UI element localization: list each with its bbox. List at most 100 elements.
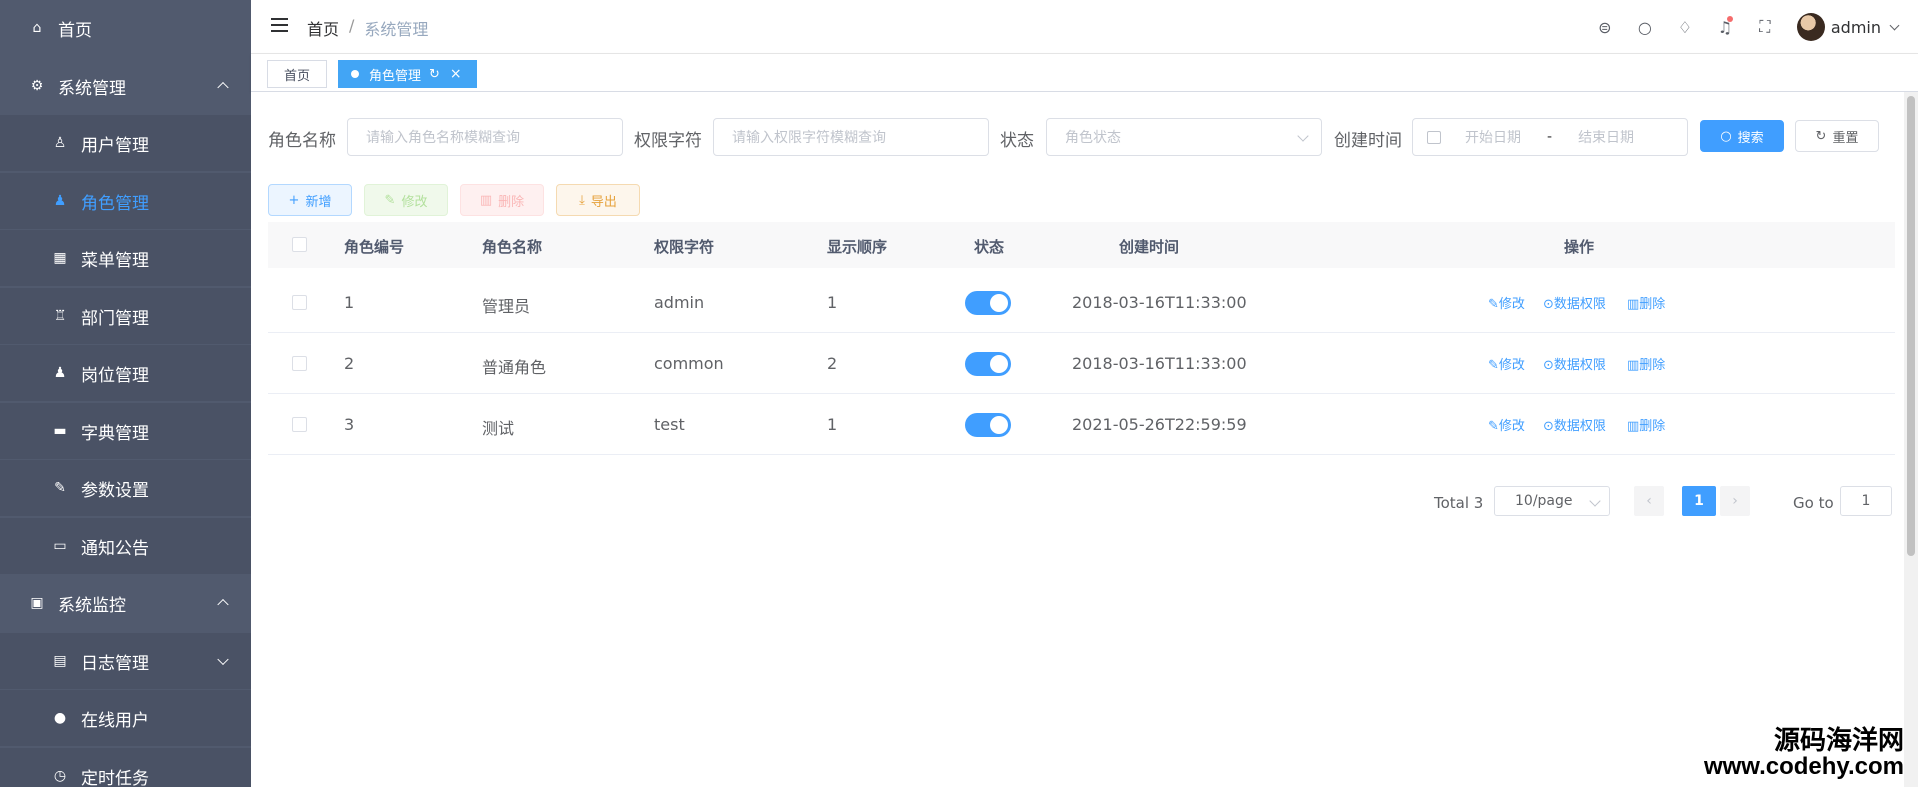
sidebar-item-online[interactable]: ● 在线用户 xyxy=(0,690,251,746)
row-checkbox[interactable] xyxy=(292,295,307,310)
tag-home[interactable]: 首页 xyxy=(267,60,328,88)
delete-button[interactable]: ▥ 删除 xyxy=(460,184,544,216)
username[interactable]: admin xyxy=(1831,18,1881,37)
sidebar-item-posts[interactable]: ♟ 岗位管理 xyxy=(0,345,251,401)
trash-icon: ▥ xyxy=(479,192,493,208)
prev-page-button[interactable]: ‹ xyxy=(1634,486,1664,516)
sidebar-item-notice[interactable]: ▭ 通知公告 xyxy=(0,518,251,574)
add-button[interactable]: + 新增 xyxy=(268,184,352,216)
hamburger-icon[interactable] xyxy=(271,18,288,32)
row-data-scope-label: 数据权限 xyxy=(1553,419,1606,434)
edit-button-label: 修改 xyxy=(401,194,428,210)
doc-icon[interactable]: ⊜ xyxy=(1585,10,1625,44)
export-button[interactable]: ⤓ 导出 xyxy=(556,184,640,216)
row-delete-label: 删除 xyxy=(1639,297,1666,312)
user-icon: ♙ xyxy=(53,135,67,151)
active-dot-icon xyxy=(351,70,359,78)
row-edit-label: 修改 xyxy=(1498,419,1525,434)
sidebar-item-label: 参数设置 xyxy=(81,480,149,501)
end-date-placeholder: 结束日期 xyxy=(1578,130,1635,146)
row-edit-link[interactable]: ✎修改 xyxy=(1488,293,1525,312)
row-edit-label: 修改 xyxy=(1498,297,1525,312)
cell-sort-order: 1 xyxy=(827,293,838,312)
sidebar-item-dict[interactable]: ▬ 字典管理 xyxy=(0,403,251,459)
row-checkbox[interactable] xyxy=(292,417,307,432)
breadcrumb-home[interactable]: 首页 xyxy=(307,16,339,40)
page-number-current[interactable]: 1 xyxy=(1682,486,1716,516)
status-select[interactable]: 角色状态 xyxy=(1046,118,1322,156)
refresh-icon[interactable]: ↻ xyxy=(429,67,440,82)
bell-icon[interactable]: ♫ xyxy=(1705,10,1745,44)
date-range-picker[interactable]: 开始日期 - 结束日期 xyxy=(1412,118,1688,156)
sidebar-item-monitor[interactable]: ▣ 系统监控 xyxy=(0,575,251,631)
close-icon[interactable]: × xyxy=(450,66,462,82)
row-checkbox[interactable] xyxy=(292,356,307,371)
plus-icon: + xyxy=(288,192,300,208)
row-data-scope-link[interactable]: ⊙数据权限 xyxy=(1543,415,1606,434)
calendar-icon xyxy=(1427,130,1441,144)
monitor-icon: ▣ xyxy=(30,595,44,611)
status-switch[interactable] xyxy=(965,352,1011,376)
chevron-down-icon[interactable] xyxy=(1889,20,1900,30)
created-label: 创建时间 xyxy=(1334,131,1402,151)
status-switch[interactable] xyxy=(965,413,1011,437)
search-icon[interactable]: ○ xyxy=(1625,10,1665,44)
search-button-label: 搜索 xyxy=(1737,130,1764,146)
role-name-input[interactable]: 请输入角色名称模糊查询 xyxy=(347,118,623,156)
breadcrumb-current: 系统管理 xyxy=(364,20,429,39)
th-actions: 操作 xyxy=(1564,238,1595,256)
row-delete-link[interactable]: ▥删除 xyxy=(1627,354,1665,373)
chevron-up-icon xyxy=(217,81,229,94)
sidebar-item-logs[interactable]: ▤ 日志管理 xyxy=(0,633,251,689)
sidebar-item-menus[interactable]: ▦ 菜单管理 xyxy=(0,230,251,286)
page-size-select[interactable]: 10/page xyxy=(1494,486,1610,516)
status-switch[interactable] xyxy=(965,291,1011,315)
tag-roles[interactable]: 角色管理 ↻ × xyxy=(338,60,477,88)
cell-role-id: 2 xyxy=(344,354,355,373)
log-icon: ▤ xyxy=(53,653,67,669)
search-button[interactable]: ○ 搜索 xyxy=(1700,120,1784,152)
sidebar-item-label: 日志管理 xyxy=(81,653,149,674)
row-data-scope-label: 数据权限 xyxy=(1553,358,1606,373)
next-page-button[interactable]: › xyxy=(1720,486,1750,516)
row-edit-link[interactable]: ✎修改 xyxy=(1488,354,1525,373)
row-delete-link[interactable]: ▥删除 xyxy=(1627,415,1665,434)
sidebar-item-roles[interactable]: ♟ 角色管理 xyxy=(0,173,251,229)
row-data-scope-link[interactable]: ⊙数据权限 xyxy=(1543,354,1606,373)
sidebar-item-system[interactable]: ⚙ 系统管理 xyxy=(0,58,251,114)
scrollbar-thumb[interactable] xyxy=(1907,96,1915,556)
reset-button[interactable]: ↻ 重置 xyxy=(1795,120,1879,152)
status-label: 状态 xyxy=(1000,131,1034,151)
post-icon: ♟ xyxy=(53,365,67,381)
sidebar-item-label: 在线用户 xyxy=(81,710,149,731)
tree-icon: ♖ xyxy=(53,308,67,324)
sidebar-item-users[interactable]: ♙ 用户管理 xyxy=(0,115,251,171)
perm-input[interactable]: 请输入权限字符模糊查询 xyxy=(713,118,989,156)
edit-button[interactable]: ✎ 修改 xyxy=(364,184,448,216)
row-edit-link[interactable]: ✎修改 xyxy=(1488,415,1525,434)
scrollbar[interactable] xyxy=(1904,92,1918,787)
sidebar-item-label: 菜单管理 xyxy=(81,250,149,271)
sidebar-item-home[interactable]: ⌂ 首页 xyxy=(0,0,251,56)
sidebar-item-label: 系统监控 xyxy=(58,595,126,616)
sidebar-item-label: 定时任务 xyxy=(81,768,149,787)
goto-page-input[interactable]: 1 xyxy=(1840,486,1892,516)
select-all-checkbox[interactable] xyxy=(292,237,307,252)
avatar[interactable] xyxy=(1796,13,1825,41)
sidebar-item-config[interactable]: ✎ 参数设置 xyxy=(0,460,251,516)
sidebar-item-label: 字典管理 xyxy=(81,423,149,444)
cell-role-id: 1 xyxy=(344,293,355,312)
row-delete-link[interactable]: ▥删除 xyxy=(1627,293,1665,312)
sidebar-item-label: 岗位管理 xyxy=(81,365,149,386)
gear-icon: ⚙ xyxy=(30,78,44,94)
tags-view: 首页 角色管理 ↻ × xyxy=(251,54,1918,92)
sidebar-item-label: 用户管理 xyxy=(81,135,149,156)
theme-icon[interactable]: ♢ xyxy=(1665,10,1705,44)
row-data-scope-link[interactable]: ⊙数据权限 xyxy=(1543,293,1606,312)
clock-icon: ◷ xyxy=(53,768,67,784)
fullscreen-icon[interactable]: ⛶ xyxy=(1745,10,1785,44)
role-name-label: 角色名称 xyxy=(268,131,336,151)
sidebar-item-jobs[interactable]: ◷ 定时任务 xyxy=(0,748,251,787)
grid-icon: ▦ xyxy=(53,250,67,266)
sidebar-item-depts[interactable]: ♖ 部门管理 xyxy=(0,288,251,344)
